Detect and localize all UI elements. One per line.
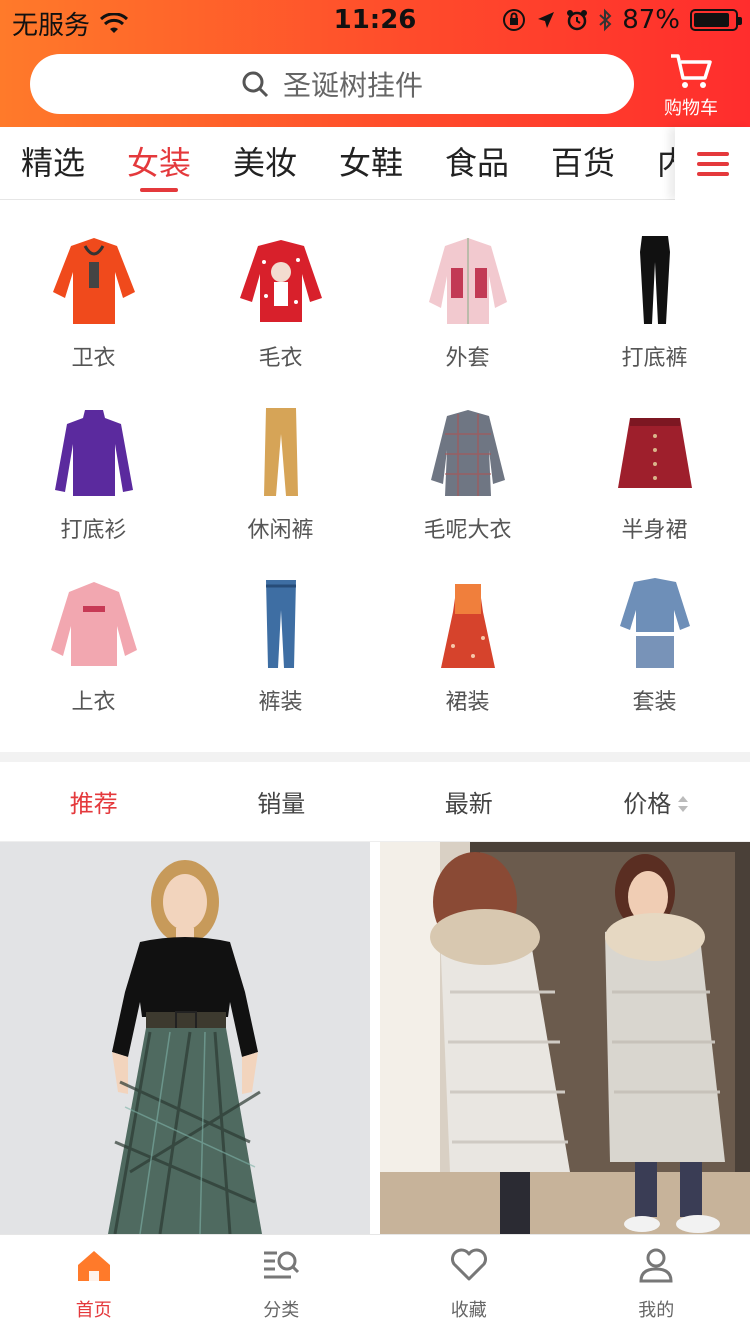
category-item[interactable]: 裙装 [374,544,561,716]
nav-label: 分类 [263,1300,300,1321]
heart-icon [449,1247,489,1288]
sort-label: 推荐 [69,790,118,818]
nav-item[interactable]: 分类 [188,1235,376,1334]
orientation-lock-icon [503,9,526,31]
product-card[interactable] [380,842,750,1234]
category-label: 外套 [445,346,490,371]
category-item[interactable]: 外套 [374,200,561,372]
category-tabs: 精选女装美妆女鞋食品百货内衣 [0,127,750,200]
sort-label: 销量 [257,790,306,818]
battery-icon [690,9,742,31]
skirt-icon [610,404,700,500]
sort-option[interactable]: 销量 [188,784,376,819]
alarm-icon [567,10,588,31]
product-image [0,842,370,1234]
category-item[interactable]: 裤装 [187,544,374,716]
bluetooth-icon [599,8,612,32]
nav-item[interactable]: 我的 [563,1235,750,1334]
tab-item[interactable]: 食品 [424,127,530,200]
search-icon [242,71,269,98]
nav-item[interactable]: 首页 [0,1235,188,1334]
category-label: 毛呢大衣 [423,518,512,543]
sort-label: 最新 [444,790,493,818]
category-label: 打底裤 [621,346,688,371]
suit-icon [610,576,700,672]
jacket-icon [423,232,513,328]
nav-label: 我的 [638,1300,675,1321]
product-image [380,842,750,1234]
tabs-scroll: 精选女装美妆女鞋食品百货内衣 [0,127,674,200]
category-item[interactable]: 套装 [561,544,748,716]
category-item[interactable]: 休闲裤 [187,372,374,544]
category-icon [261,1247,301,1288]
more-categories-button[interactable] [675,127,750,200]
sort-arrows-icon [677,791,689,819]
leggings-icon [610,232,700,328]
casual-pants-icon [236,404,326,500]
base-shirt-icon [49,404,139,500]
category-grid: 卫衣 毛衣 外套 打底裤打底衫 休闲裤 毛呢大衣 半身裙上衣 裤装 裙装 套装 [0,200,750,752]
app-root: 无服务 11:26 87% 圣诞树挂件 购物车 精选 女装 美妆 女鞋 食品 百… [0,0,750,1334]
category-label: 打底衫 [60,518,127,543]
tab-item[interactable]: 内衣 [636,127,674,200]
home-icon [74,1247,114,1288]
category-label: 毛衣 [258,346,303,371]
category-label: 休闲裤 [247,518,314,543]
sort-label: 价格 [623,790,672,818]
sort-option[interactable]: 最新 [375,784,563,819]
category-label: 上衣 [71,690,116,715]
category-item[interactable]: 毛衣 [187,200,374,372]
bottom-nav: 首页 分类 收藏 我的 [0,1234,750,1334]
search-placeholder: 圣诞树挂件 [282,69,423,102]
cart-icon [671,54,712,88]
tab-item[interactable]: 美妆 [212,127,318,200]
tab-item[interactable]: 百货 [530,127,636,200]
tab-item[interactable]: 女装 [106,127,212,200]
product-list [0,842,750,1234]
battery-percent: 87% [622,5,680,35]
category-item[interactable]: 打底裤 [561,200,748,372]
sort-bar: 推荐 销量 最新 价格 [0,762,750,842]
nav-label: 首页 [75,1300,112,1321]
category-item[interactable]: 半身裙 [561,372,748,544]
category-label: 套装 [632,690,677,715]
sort-option[interactable]: 推荐 [0,784,188,819]
status-right: 87% [502,5,742,35]
wool-coat-icon [423,404,513,500]
cart-button[interactable]: 购物车 [646,52,736,122]
sort-option[interactable]: 价格 [563,784,750,819]
location-icon [538,12,555,28]
menu-icon [696,151,729,176]
category-label: 裤装 [258,690,303,715]
search-bar[interactable]: 圣诞树挂件 [30,54,634,114]
product-card[interactable] [0,842,370,1234]
hoodie-icon [49,232,139,328]
sweater-icon [236,232,326,328]
category-item[interactable]: 打底衫 [0,372,187,544]
category-item[interactable]: 上衣 [0,544,187,716]
top-icon [49,576,139,672]
dress-icon [423,576,513,672]
cart-label: 购物车 [664,98,718,119]
category-item[interactable]: 毛呢大衣 [374,372,561,544]
tab-item[interactable]: 精选 [0,127,106,200]
tab-item[interactable]: 女鞋 [318,127,424,200]
category-label: 裙装 [445,690,490,715]
category-item[interactable]: 卫衣 [0,200,187,372]
status-bar: 无服务 11:26 87% [0,0,750,41]
category-label: 卫衣 [71,346,116,371]
nav-label: 收藏 [450,1300,487,1321]
nav-item[interactable]: 收藏 [375,1235,563,1334]
header: 无服务 11:26 87% 圣诞树挂件 购物车 [0,0,750,127]
user-icon [636,1247,676,1288]
category-label: 半身裙 [621,518,688,543]
jeans-icon [236,576,326,672]
